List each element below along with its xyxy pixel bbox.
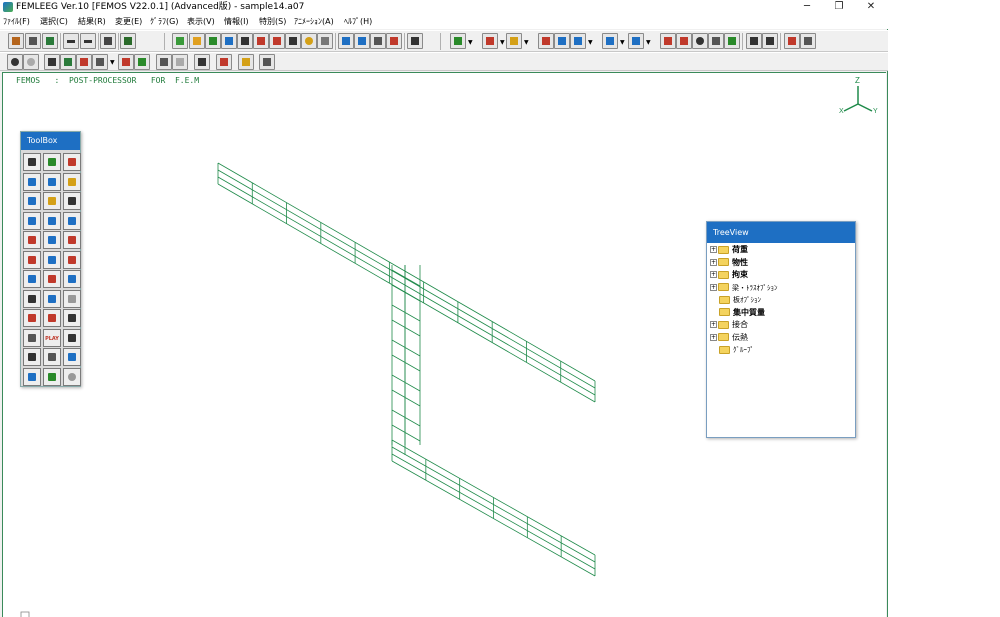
right-arrow-icon[interactable] <box>63 270 81 288</box>
tree-item[interactable]: + 伝熱 <box>710 332 748 344</box>
tree-item[interactable]: 集中質量 <box>710 307 765 319</box>
mesh-edge <box>391 304 421 322</box>
axis-x-label: X <box>839 108 844 115</box>
play-icon[interactable]: PLAY <box>43 328 61 347</box>
expand-icon[interactable]: + <box>710 283 717 291</box>
zoom-glass-icon[interactable] <box>63 309 81 327</box>
pointer-icon[interactable] <box>23 348 41 366</box>
axis-triad: Z X Y <box>839 76 878 115</box>
toolbox-title[interactable]: ToolBox <box>21 132 80 150</box>
expand-icon[interactable]: + <box>710 258 717 266</box>
tree-item[interactable]: + 拘束 <box>710 269 748 281</box>
tree-item[interactable]: ｸﾞﾙｰﾌﾟ <box>710 344 754 356</box>
copy-yellow-icon[interactable] <box>63 172 81 191</box>
tree-item[interactable]: + 荷重 <box>710 244 748 256</box>
mirror-icon[interactable] <box>23 153 41 171</box>
folder-icon <box>718 320 729 329</box>
gear-disabled-icon[interactable] <box>63 289 81 308</box>
folder-icon <box>719 295 730 304</box>
mesh-edge <box>391 389 421 407</box>
redo-icon[interactable] <box>63 367 81 386</box>
mesh-edge <box>391 409 421 427</box>
mesh-edge <box>391 374 421 392</box>
folder-icon <box>719 345 730 354</box>
expand-icon[interactable]: + <box>710 246 717 253</box>
play-label: PLAY <box>45 335 59 342</box>
axis-z-label: Z <box>855 76 860 85</box>
folder-icon <box>718 333 729 341</box>
copy-icon[interactable] <box>23 172 41 191</box>
rotate-red-icon[interactable] <box>23 309 41 327</box>
rotate-z-icon[interactable] <box>43 231 61 249</box>
mesh-edge <box>391 424 421 442</box>
expand-icon[interactable]: + <box>710 321 717 328</box>
axis-yx-icon[interactable] <box>23 211 41 230</box>
treeview-title[interactable]: TreeView <box>707 222 855 243</box>
angle-icon[interactable] <box>23 250 41 269</box>
mesh-edge <box>217 176 596 396</box>
rotate-x-icon[interactable] <box>23 231 41 249</box>
tree-item-label: 板ｵﾌﾟｼｮﾝ <box>733 296 761 304</box>
tree-item-label: ｸﾞﾙｰﾌﾟ <box>733 346 754 354</box>
treeview-panel: TreeView + 荷重 + 物性 + 拘束 + 梁・ﾄﾗｽｵﾌﾟｼｮﾝ 板ｵﾌﾟｼｮﾝ 集中質… <box>706 221 856 438</box>
mesh-edge <box>391 339 421 357</box>
tree-item-label: 荷重 <box>732 245 748 254</box>
cut-icon[interactable] <box>23 328 41 347</box>
down-arrow-icon[interactable] <box>43 289 61 308</box>
move-red-icon[interactable] <box>43 309 61 327</box>
main-window: FEMLEEG Ver.10 [FEMOS V22.0.1] (Advanced… <box>0 0 888 617</box>
axis-y-label: Y <box>873 108 878 115</box>
pen-icon[interactable] <box>63 348 81 366</box>
left-arrow-icon[interactable] <box>23 270 41 288</box>
tree-item[interactable]: + 物性 <box>710 257 748 269</box>
tree-item[interactable]: + 梁・ﾄﾗｽｵﾌﾟｼｮﾝ <box>710 282 778 294</box>
tree-item[interactable]: + 接合 <box>710 319 748 331</box>
folder-icon <box>718 258 729 266</box>
copy2-icon[interactable] <box>43 172 61 191</box>
axis-zy-icon[interactable] <box>63 211 81 230</box>
undo-icon[interactable] <box>23 367 41 386</box>
mesh-edge <box>391 354 421 372</box>
mesh-edge <box>391 319 421 337</box>
expand-icon[interactable]: + <box>710 271 717 278</box>
toolbox-panel: ToolBox PLAY <box>20 131 81 387</box>
tree-item-label: 接合 <box>732 320 748 329</box>
folder-icon <box>718 245 729 254</box>
folder-icon <box>719 308 730 316</box>
mesh-edge <box>217 169 596 389</box>
plus-minus-icon[interactable] <box>63 250 81 269</box>
check-icon[interactable] <box>63 153 81 171</box>
eraser-icon[interactable] <box>63 328 81 347</box>
gradient-icon[interactable] <box>43 367 61 386</box>
pan-icon[interactable] <box>23 289 41 308</box>
paint-icon[interactable] <box>63 192 81 210</box>
mesh-edge <box>391 284 421 302</box>
tree-item-label: 梁・ﾄﾗｽｵﾌﾟｼｮﾝ <box>732 283 778 292</box>
axis-zx-icon[interactable] <box>43 211 61 230</box>
expand-icon[interactable]: + <box>710 333 717 341</box>
hatch-icon[interactable] <box>43 348 61 366</box>
select-color-icon[interactable] <box>43 153 61 171</box>
tree-item-label: 伝熱 <box>732 332 748 342</box>
tree-item[interactable]: 板ｵﾌﾟｼｮﾝ <box>710 294 761 306</box>
fill-icon[interactable] <box>43 192 61 210</box>
duplicate-icon[interactable] <box>23 192 41 210</box>
node-xyz-icon[interactable] <box>43 270 61 288</box>
status-indicator <box>20 611 30 617</box>
tree-item-label: 物性 <box>732 257 748 267</box>
up-arrow-icon[interactable] <box>43 250 61 269</box>
folder-icon <box>718 283 729 291</box>
mesh-edge <box>391 269 421 287</box>
tree-item-label: 拘束 <box>732 270 748 279</box>
tree-item-label: 集中質量 <box>733 307 765 317</box>
rotate-y-icon[interactable] <box>63 231 81 249</box>
folder-icon <box>718 270 729 279</box>
